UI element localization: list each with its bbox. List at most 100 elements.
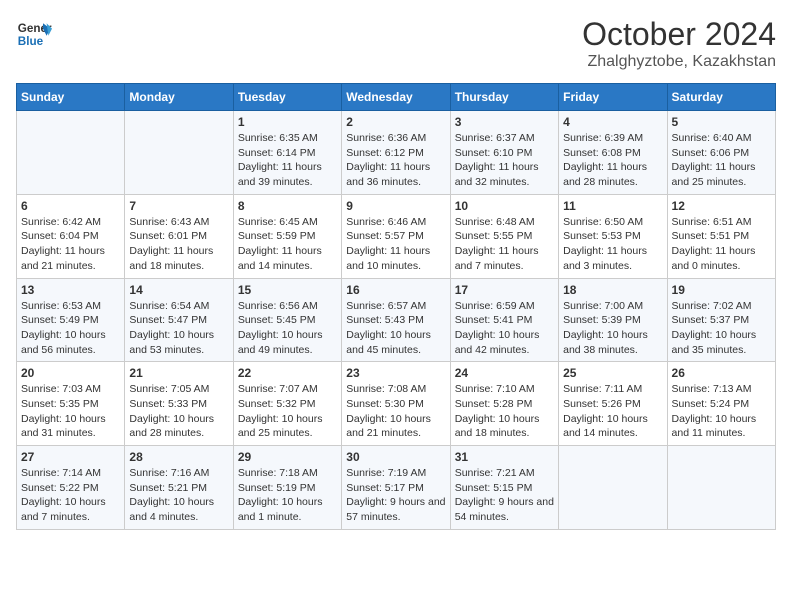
day-info: Sunrise: 6:35 AMSunset: 6:14 PMDaylight:…: [238, 131, 337, 190]
day-number: 22: [238, 366, 337, 380]
calendar-cell: 4 Sunrise: 6:39 AMSunset: 6:08 PMDaylight…: [559, 111, 667, 195]
day-number: 30: [346, 450, 445, 464]
day-number: 20: [21, 366, 120, 380]
calendar-cell: [17, 111, 125, 195]
location-subtitle: Zhalghyztobe, Kazakhstan: [582, 53, 776, 71]
weekday-header-saturday: Saturday: [667, 84, 775, 111]
calendar-cell: 19 Sunrise: 7:02 AMSunset: 5:37 PMDayligh…: [667, 278, 775, 362]
day-number: 10: [455, 199, 554, 213]
day-number: 23: [346, 366, 445, 380]
day-number: 14: [129, 283, 228, 297]
calendar-cell: [125, 111, 233, 195]
day-info: Sunrise: 6:40 AMSunset: 6:06 PMDaylight:…: [672, 131, 771, 190]
day-info: Sunrise: 7:18 AMSunset: 5:19 PMDaylight:…: [238, 466, 337, 525]
calendar-body: 1 Sunrise: 6:35 AMSunset: 6:14 PMDaylight…: [17, 111, 776, 530]
day-info: Sunrise: 6:45 AMSunset: 5:59 PMDaylight:…: [238, 215, 337, 274]
calendar-cell: 5Sunrise: 6:40 AMSunset: 6:06 PMDaylight…: [667, 111, 775, 195]
day-info: Sunrise: 7:00 AMSunset: 5:39 PMDaylight:…: [563, 299, 662, 358]
day-info: Sunrise: 6:39 AMSunset: 6:08 PMDaylight:…: [563, 131, 662, 190]
calendar-cell: 22 Sunrise: 7:07 AMSunset: 5:32 PMDayligh…: [233, 362, 341, 446]
day-info: Sunrise: 6:42 AMSunset: 6:04 PMDaylight:…: [21, 215, 120, 274]
day-number: 11: [563, 199, 662, 213]
logo-icon: General Blue: [16, 16, 52, 52]
calendar-cell: 8 Sunrise: 6:45 AMSunset: 5:59 PMDaylight…: [233, 194, 341, 278]
day-info: Sunrise: 6:51 AMSunset: 5:51 PMDaylight:…: [672, 215, 771, 274]
day-info: Sunrise: 7:19 AMSunset: 5:17 PMDaylight:…: [346, 466, 445, 525]
calendar-cell: 10 Sunrise: 6:48 AMSunset: 5:55 PMDayligh…: [450, 194, 558, 278]
day-info: Sunrise: 6:57 AMSunset: 5:43 PMDaylight:…: [346, 299, 445, 358]
day-info: Sunrise: 7:07 AMSunset: 5:32 PMDaylight:…: [238, 382, 337, 441]
calendar-cell: 20 Sunrise: 7:03 AMSunset: 5:35 PMDayligh…: [17, 362, 125, 446]
day-info: Sunrise: 6:59 AMSunset: 5:41 PMDaylight:…: [455, 299, 554, 358]
day-number: 8: [238, 199, 337, 213]
calendar-cell: 25 Sunrise: 7:11 AMSunset: 5:26 PMDayligh…: [559, 362, 667, 446]
logo: General Blue: [16, 16, 52, 52]
day-number: 29: [238, 450, 337, 464]
calendar-cell: 11 Sunrise: 6:50 AMSunset: 5:53 PMDayligh…: [559, 194, 667, 278]
calendar-week-2: 6 Sunrise: 6:42 AMSunset: 6:04 PMDaylight…: [17, 194, 776, 278]
day-number: 21: [129, 366, 228, 380]
page-header: General Blue October 2024 Zhalghyztobe, …: [16, 16, 776, 71]
day-info: Sunrise: 7:08 AMSunset: 5:30 PMDaylight:…: [346, 382, 445, 441]
calendar-cell: [559, 446, 667, 530]
weekday-header-wednesday: Wednesday: [342, 84, 450, 111]
calendar-cell: 15 Sunrise: 6:56 AMSunset: 5:45 PMDayligh…: [233, 278, 341, 362]
day-number: 16: [346, 283, 445, 297]
weekday-header-row: SundayMondayTuesdayWednesdayThursdayFrid…: [17, 84, 776, 111]
day-info: Sunrise: 7:03 AMSunset: 5:35 PMDaylight:…: [21, 382, 120, 441]
calendar-cell: 27Sunrise: 7:14 AMSunset: 5:22 PMDayligh…: [17, 446, 125, 530]
calendar-cell: 9Sunrise: 6:46 AMSunset: 5:57 PMDaylight…: [342, 194, 450, 278]
day-number: 13: [21, 283, 120, 297]
calendar-cell: 2Sunrise: 6:36 AMSunset: 6:12 PMDaylight…: [342, 111, 450, 195]
svg-text:Blue: Blue: [18, 35, 44, 48]
calendar-cell: [667, 446, 775, 530]
day-info: Sunrise: 7:14 AMSunset: 5:22 PMDaylight:…: [21, 466, 120, 525]
day-info: Sunrise: 6:46 AMSunset: 5:57 PMDaylight:…: [346, 215, 445, 274]
calendar-cell: 1 Sunrise: 6:35 AMSunset: 6:14 PMDaylight…: [233, 111, 341, 195]
calendar-week-4: 20 Sunrise: 7:03 AMSunset: 5:35 PMDayligh…: [17, 362, 776, 446]
day-number: 25: [563, 366, 662, 380]
day-number: 7: [129, 199, 228, 213]
day-info: Sunrise: 6:48 AMSunset: 5:55 PMDaylight:…: [455, 215, 554, 274]
calendar-cell: 18Sunrise: 7:00 AMSunset: 5:39 PMDayligh…: [559, 278, 667, 362]
month-title: October 2024: [582, 16, 776, 53]
day-number: 28: [129, 450, 228, 464]
day-number: 17: [455, 283, 554, 297]
day-info: Sunrise: 7:02 AMSunset: 5:37 PMDaylight:…: [672, 299, 771, 358]
calendar-cell: 12 Sunrise: 6:51 AMSunset: 5:51 PMDayligh…: [667, 194, 775, 278]
day-info: Sunrise: 6:50 AMSunset: 5:53 PMDaylight:…: [563, 215, 662, 274]
calendar-cell: 23 Sunrise: 7:08 AMSunset: 5:30 PMDayligh…: [342, 362, 450, 446]
calendar-week-3: 13Sunrise: 6:53 AMSunset: 5:49 PMDayligh…: [17, 278, 776, 362]
calendar-table: SundayMondayTuesdayWednesdayThursdayFrid…: [16, 83, 776, 530]
day-info: Sunrise: 7:10 AMSunset: 5:28 PMDaylight:…: [455, 382, 554, 441]
calendar-cell: 6 Sunrise: 6:42 AMSunset: 6:04 PMDaylight…: [17, 194, 125, 278]
calendar-cell: 29 Sunrise: 7:18 AMSunset: 5:19 PMDayligh…: [233, 446, 341, 530]
day-info: Sunrise: 6:54 AMSunset: 5:47 PMDaylight:…: [129, 299, 228, 358]
weekday-header-tuesday: Tuesday: [233, 84, 341, 111]
day-info: Sunrise: 7:13 AMSunset: 5:24 PMDaylight:…: [672, 382, 771, 441]
weekday-header-friday: Friday: [559, 84, 667, 111]
weekday-header-monday: Monday: [125, 84, 233, 111]
calendar-cell: 14 Sunrise: 6:54 AMSunset: 5:47 PMDayligh…: [125, 278, 233, 362]
day-number: 24: [455, 366, 554, 380]
calendar-cell: 28Sunrise: 7:16 AMSunset: 5:21 PMDayligh…: [125, 446, 233, 530]
day-info: Sunrise: 7:11 AMSunset: 5:26 PMDaylight:…: [563, 382, 662, 441]
day-number: 1: [238, 115, 337, 129]
calendar-cell: 16 Sunrise: 6:57 AMSunset: 5:43 PMDayligh…: [342, 278, 450, 362]
calendar-cell: 17 Sunrise: 6:59 AMSunset: 5:41 PMDayligh…: [450, 278, 558, 362]
day-number: 15: [238, 283, 337, 297]
day-number: 6: [21, 199, 120, 213]
day-number: 26: [672, 366, 771, 380]
calendar-cell: 26 Sunrise: 7:13 AMSunset: 5:24 PMDayligh…: [667, 362, 775, 446]
title-block: October 2024 Zhalghyztobe, Kazakhstan: [582, 16, 776, 71]
calendar-week-5: 27Sunrise: 7:14 AMSunset: 5:22 PMDayligh…: [17, 446, 776, 530]
day-info: Sunrise: 6:56 AMSunset: 5:45 PMDaylight:…: [238, 299, 337, 358]
calendar-cell: 3Sunrise: 6:37 AMSunset: 6:10 PMDaylight…: [450, 111, 558, 195]
calendar-cell: 7Sunrise: 6:43 AMSunset: 6:01 PMDaylight…: [125, 194, 233, 278]
day-number: 4: [563, 115, 662, 129]
calendar-cell: 13Sunrise: 6:53 AMSunset: 5:49 PMDayligh…: [17, 278, 125, 362]
calendar-cell: 30 Sunrise: 7:19 AMSunset: 5:17 PMDayligh…: [342, 446, 450, 530]
day-number: 12: [672, 199, 771, 213]
weekday-header-thursday: Thursday: [450, 84, 558, 111]
day-number: 19: [672, 283, 771, 297]
